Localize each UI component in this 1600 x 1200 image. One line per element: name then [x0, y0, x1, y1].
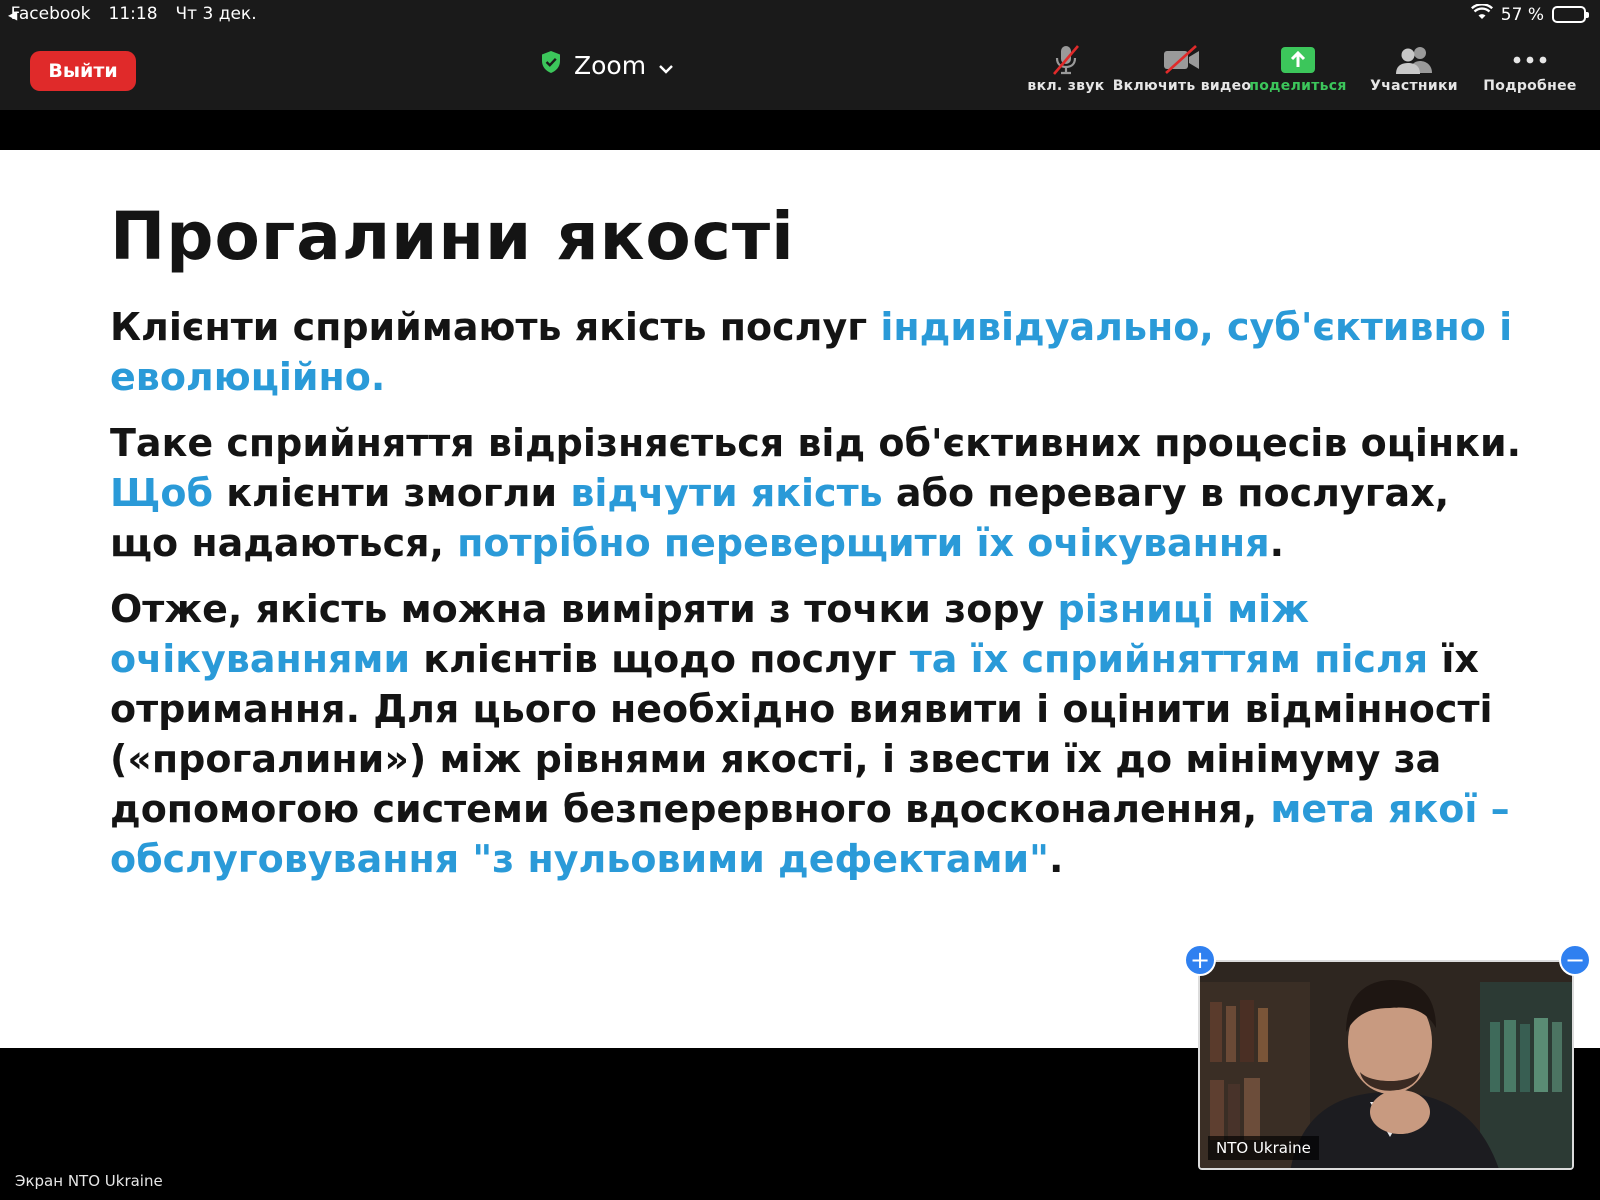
participants-icon — [1394, 42, 1434, 78]
meeting-info-dropdown[interactable]: Zoom — [540, 50, 674, 80]
battery-percent: 57 % — [1500, 4, 1544, 25]
slide-paragraph-3: Отже, якість можна виміряти з точки зору… — [110, 584, 1530, 884]
status-time: 11:18 — [108, 4, 158, 24]
slide-body: Клієнти сприймають якість послуг індивід… — [110, 302, 1530, 900]
back-app-label: Facebook — [10, 4, 91, 24]
shared-screen-slide: Прогалини якості Клієнти сприймають якіс… — [0, 150, 1600, 1048]
leave-meeting-button[interactable]: Выйти — [30, 51, 136, 91]
back-to-app-link[interactable]: ◀ Facebook — [8, 4, 91, 24]
text-span: клієнти змогли — [213, 471, 571, 515]
meeting-title: Zoom — [574, 50, 647, 80]
highlighted-text: відчути якість — [570, 471, 883, 515]
start-video-label: Включить видео — [1112, 78, 1252, 94]
text-span: . — [1269, 521, 1285, 565]
meeting-toolbar: Выйти Zoom вкл. звук Включить видео поде… — [0, 30, 1600, 110]
participants-button[interactable]: Участники — [1356, 42, 1472, 100]
highlighted-text: та їх сприйняттям після — [909, 637, 1429, 681]
battery-icon — [1552, 6, 1589, 23]
status-right: 57 % — [1470, 3, 1589, 25]
status-left: ◀ Facebook 11:18 Чт 3 дек. — [8, 4, 257, 24]
text-span: клієнтів щодо послуг — [410, 637, 910, 681]
start-video-button[interactable]: Включить видео — [1113, 42, 1251, 100]
minus-icon: − — [1564, 946, 1586, 974]
slide-title: Прогалини якості — [110, 198, 795, 275]
status-date: Чт 3 дек. — [175, 4, 257, 24]
expand-video-button[interactable]: + — [1184, 944, 1216, 976]
wifi-icon — [1470, 3, 1493, 25]
chevron-down-icon — [658, 51, 674, 80]
shared-screen-label: Экран NTO Ukraine — [15, 1172, 163, 1190]
more-icon — [1512, 42, 1548, 78]
slide-paragraph-2: Таке сприйняття відрізняється від об'єкт… — [110, 418, 1530, 568]
share-screen-label: поделиться — [1249, 78, 1347, 94]
toolbar-actions: вкл. звук Включить видео поделиться Учас… — [1008, 42, 1588, 100]
participant-name-label: NTO Ukraine — [1208, 1136, 1319, 1160]
unmute-label: вкл. звук — [1027, 78, 1105, 94]
share-screen-icon — [1281, 42, 1315, 78]
share-screen-button[interactable]: поделиться — [1240, 42, 1356, 100]
highlighted-text: Щоб — [110, 471, 214, 515]
highlighted-text: потрібно переверщити їх очікування — [457, 521, 1270, 565]
collapse-video-button[interactable]: − — [1559, 944, 1591, 976]
muted-microphone-icon — [1049, 42, 1083, 78]
participant-video-tile[interactable]: NTO Ukraine — [1198, 960, 1574, 1170]
unmute-button[interactable]: вкл. звук — [1008, 42, 1124, 100]
shield-check-icon — [540, 50, 562, 80]
more-label: Подробнее — [1483, 78, 1577, 94]
text-span: Отже, якість можна виміряти з точки зору — [110, 587, 1058, 631]
text-span: Таке сприйняття відрізняється від об'єкт… — [110, 421, 1522, 465]
text-span: . — [1048, 837, 1064, 881]
text-span: Клієнти сприймають якість послуг — [110, 305, 881, 349]
slide-paragraph-1: Клієнти сприймають якість послуг індивід… — [110, 302, 1530, 402]
plus-icon: + — [1189, 946, 1211, 974]
video-off-icon — [1162, 42, 1202, 78]
participants-label: Участники — [1370, 78, 1458, 94]
more-button[interactable]: Подробнее — [1472, 42, 1588, 100]
status-bar: ◀ Facebook 11:18 Чт 3 дек. 57 % — [0, 0, 1600, 30]
